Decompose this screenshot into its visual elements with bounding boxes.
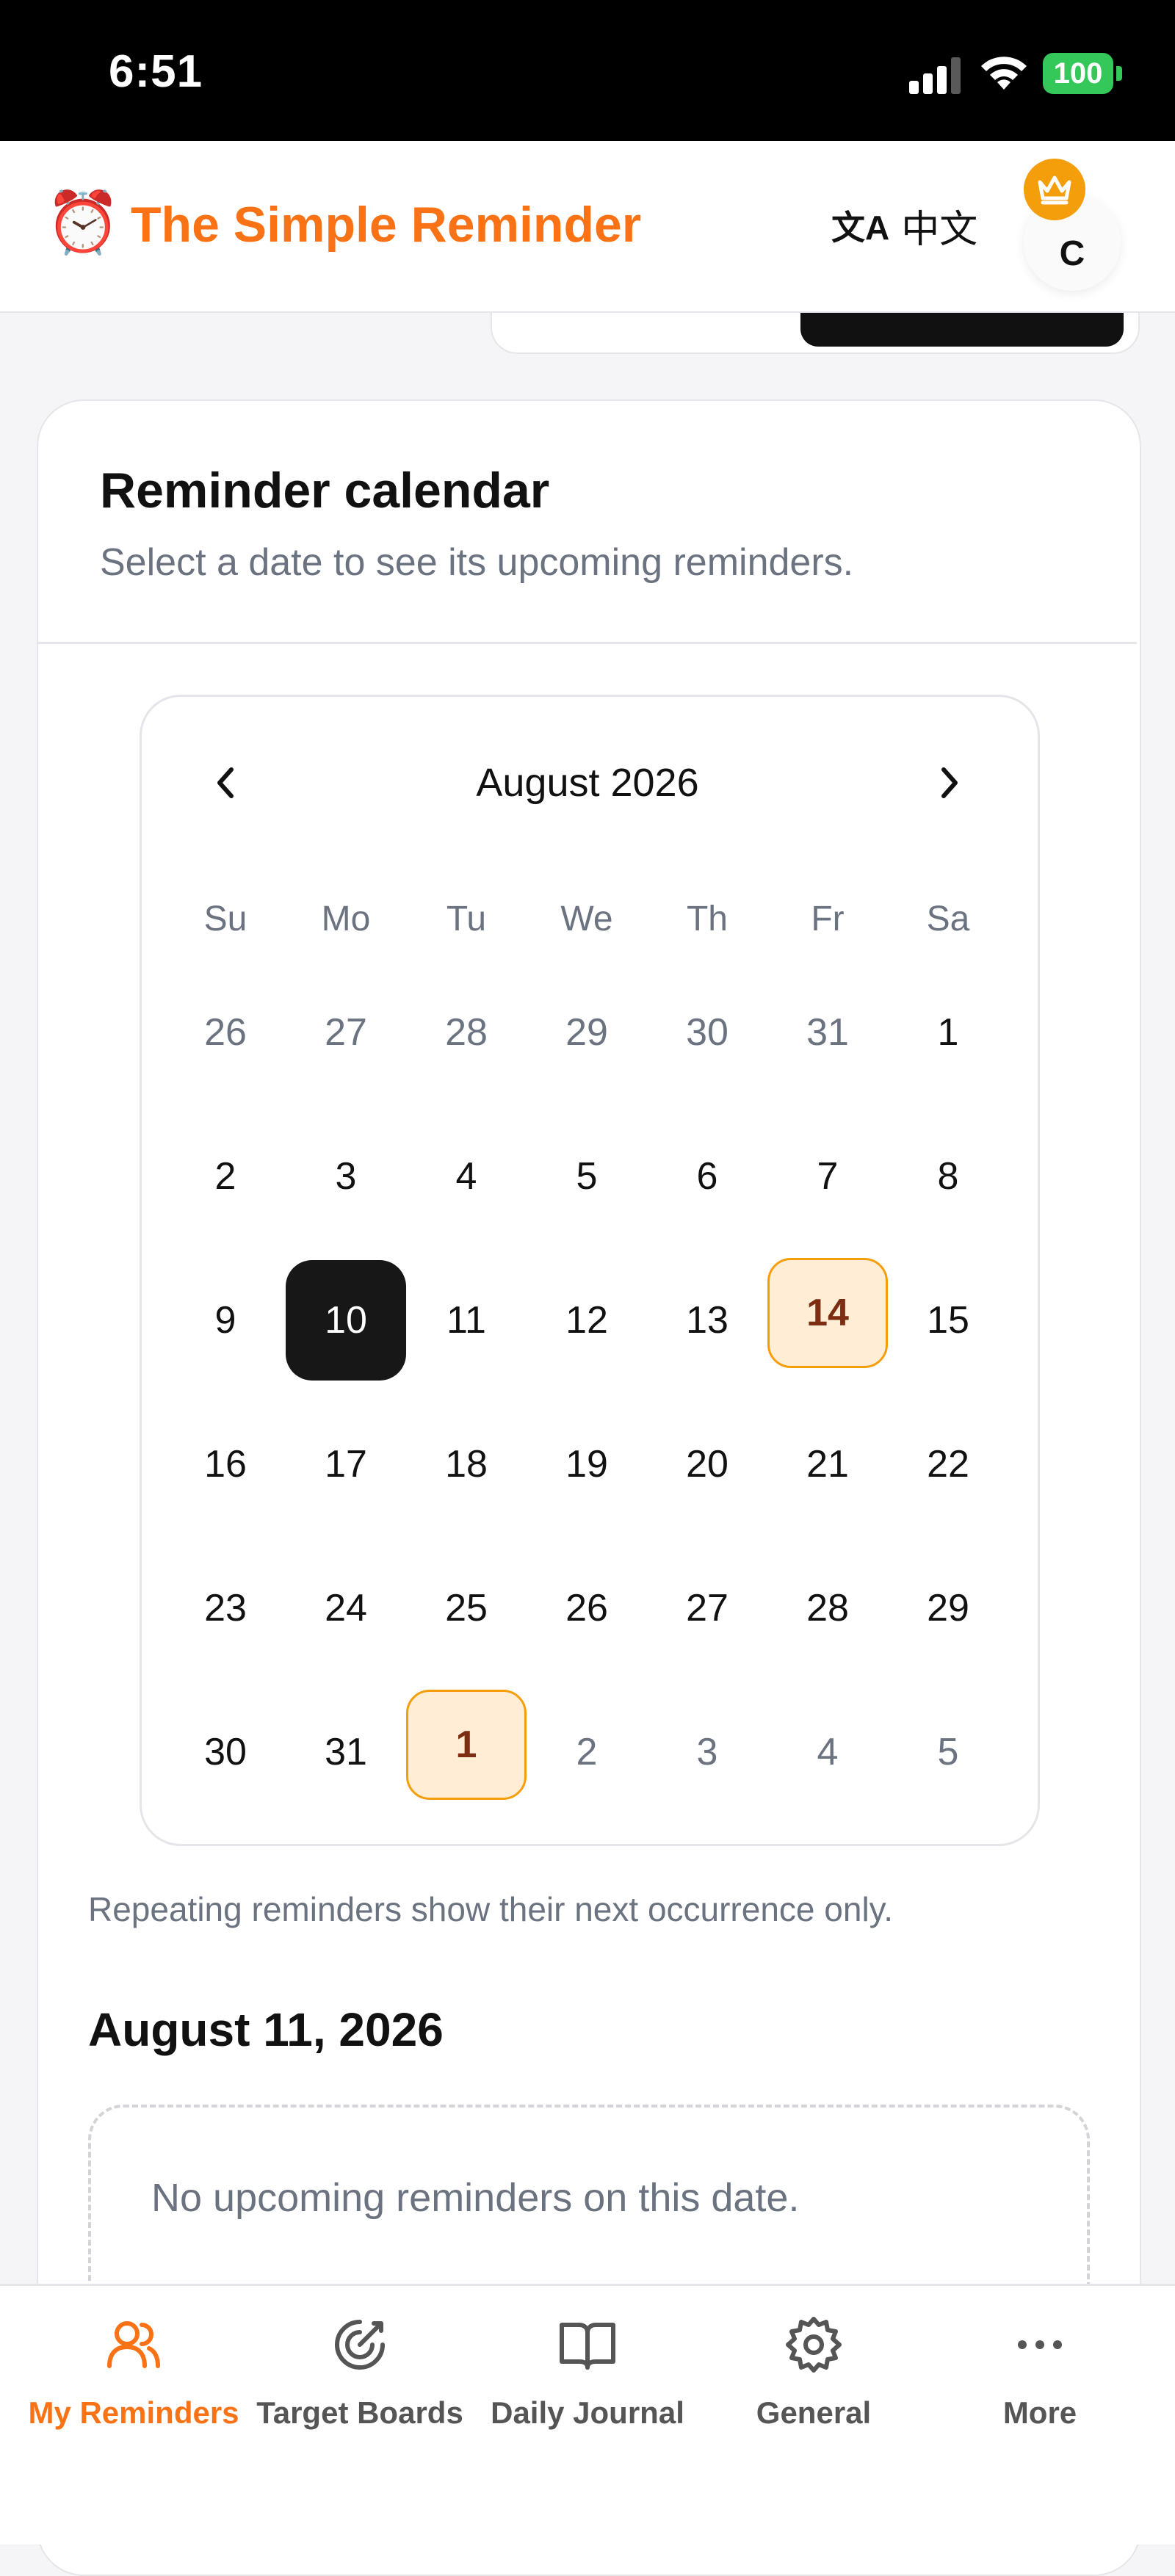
nav-label: More (1002, 2395, 1077, 2430)
calendar-day[interactable]: 2 (527, 1692, 647, 1812)
nav-label: Target Boards (256, 2395, 463, 2430)
card-subtitle: Select a date to see its upcoming remind… (100, 541, 854, 584)
nav-item-more[interactable]: More (930, 2310, 1150, 2450)
calendar-day[interactable]: 6 (647, 1116, 767, 1237)
calendar-day[interactable]: 28 (767, 1548, 888, 1668)
wifi-icon (981, 57, 1027, 90)
calendar-day[interactable]: 23 (165, 1548, 286, 1668)
nav-item-daily-journal[interactable]: Daily Journal (477, 2310, 698, 2450)
calendar-day[interactable]: 31 (767, 972, 888, 1093)
more-icon (1018, 2340, 1062, 2349)
calendar-day[interactable]: 1 (888, 972, 1008, 1093)
calendar-day[interactable]: 26 (165, 972, 286, 1093)
weekday-header: Fr (811, 900, 845, 938)
app-header: ⏰ The Simple Reminder 文A 中文 C (0, 141, 1175, 313)
calendar-day-selected[interactable]: 10 (286, 1260, 406, 1381)
repeating-reminders-note: Repeating reminders show their next occu… (88, 1890, 894, 1928)
empty-state-message: No upcoming reminders on this date. (151, 2176, 800, 2220)
weekday-header: Su (203, 900, 247, 938)
nav-item-my-reminders[interactable]: My Reminders (24, 2310, 244, 2450)
nav-label: Daily Journal (491, 2395, 684, 2430)
calendar-day[interactable]: 21 (767, 1404, 888, 1524)
calendar-day[interactable]: 27 (647, 1548, 767, 1668)
gear-icon (786, 2317, 842, 2373)
calendar-day[interactable]: 24 (286, 1548, 406, 1668)
calendar-day[interactable]: 8 (888, 1116, 1008, 1237)
calendar-day[interactable]: 26 (527, 1548, 647, 1668)
target-icon (335, 2320, 385, 2370)
reminder-day-label: 14 (767, 1258, 888, 1368)
reminder-day-label: 1 (406, 1690, 527, 1800)
view-toggle-active-segment[interactable] (800, 308, 1124, 347)
calendar-day[interactable]: 3 (286, 1116, 406, 1237)
calendar-day[interactable]: 5 (527, 1116, 647, 1237)
calendar-day[interactable]: 7 (767, 1116, 888, 1237)
chevron-right-icon (941, 767, 958, 798)
avatar-letter: C (1059, 234, 1085, 273)
battery-tip (1116, 66, 1122, 81)
app-title[interactable]: The Simple Reminder (131, 195, 641, 254)
calendar-day[interactable]: 4 (406, 1116, 527, 1237)
calendar-day[interactable]: 25 (406, 1548, 527, 1668)
selected-date-heading: August 11, 2026 (88, 2003, 444, 2056)
calendar-day[interactable]: 2 (165, 1116, 286, 1237)
weekday-header: We (560, 900, 613, 938)
users-icon (107, 2321, 160, 2368)
calendar-day[interactable]: 16 (165, 1404, 286, 1524)
calendar-day[interactable]: 27 (286, 972, 406, 1093)
calendar-day[interactable]: 29 (527, 972, 647, 1093)
calendar-day[interactable]: 3 (647, 1692, 767, 1812)
battery-indicator: 100 (1043, 53, 1113, 94)
weekday-header: Th (686, 900, 728, 938)
chevron-left-icon (217, 767, 234, 798)
alarm-clock-icon: ⏰ (46, 189, 121, 256)
calendar-day[interactable]: 15 (888, 1260, 1008, 1381)
calendar-day[interactable]: 18 (406, 1404, 527, 1524)
language-toggle-button[interactable]: 文A 中文 (831, 200, 977, 251)
weekday-header: Sa (926, 900, 970, 938)
calendar-day[interactable]: 4 (767, 1692, 888, 1812)
calendar-day[interactable]: 19 (527, 1404, 647, 1524)
next-month-button[interactable] (916, 746, 983, 820)
nav-label: My Reminders (28, 2395, 239, 2430)
language-label: 中文 (901, 208, 978, 251)
calendar-day[interactable]: 13 (647, 1260, 767, 1381)
calendar-day[interactable]: 12 (527, 1260, 647, 1381)
crown-icon (1024, 159, 1085, 220)
weekday-header: Tu (446, 900, 487, 938)
cellular-signal-icon (909, 56, 961, 94)
weekday-header: Mo (321, 900, 371, 938)
calendar-month-label: August 2026 (476, 761, 699, 805)
calendar-day[interactable]: 5 (888, 1692, 1008, 1812)
calendar-day[interactable]: 11 (406, 1260, 527, 1381)
book-icon (560, 2323, 615, 2370)
calendar-day[interactable]: 30 (647, 972, 767, 1093)
selected-day-label: 10 (286, 1260, 406, 1381)
calendar-day[interactable]: 28 (406, 972, 527, 1093)
nav-item-general[interactable]: General (704, 2310, 924, 2450)
calendar-day-with-reminder[interactable]: 14 (767, 1253, 888, 1373)
translate-icon: 文A (831, 209, 890, 247)
calendar-day[interactable]: 29 (888, 1548, 1008, 1668)
calendar-day[interactable]: 20 (647, 1404, 767, 1524)
calendar-day[interactable]: 22 (888, 1404, 1008, 1524)
status-bar: 6:51 100 (0, 0, 1175, 141)
status-time: 6:51 (109, 46, 203, 97)
calendar-day[interactable]: 9 (165, 1260, 286, 1381)
nav-item-target-boards[interactable]: Target Boards (250, 2310, 470, 2450)
nav-label: General (756, 2395, 872, 2430)
calendar-day-with-reminder[interactable]: 1 (406, 1685, 527, 1805)
calendar-day[interactable]: 17 (286, 1404, 406, 1524)
calendar-day[interactable]: 31 (286, 1692, 406, 1812)
divider (38, 642, 1137, 644)
previous-month-button[interactable] (192, 746, 258, 820)
card-title: Reminder calendar (100, 463, 550, 518)
calendar-day[interactable]: 30 (165, 1692, 286, 1812)
